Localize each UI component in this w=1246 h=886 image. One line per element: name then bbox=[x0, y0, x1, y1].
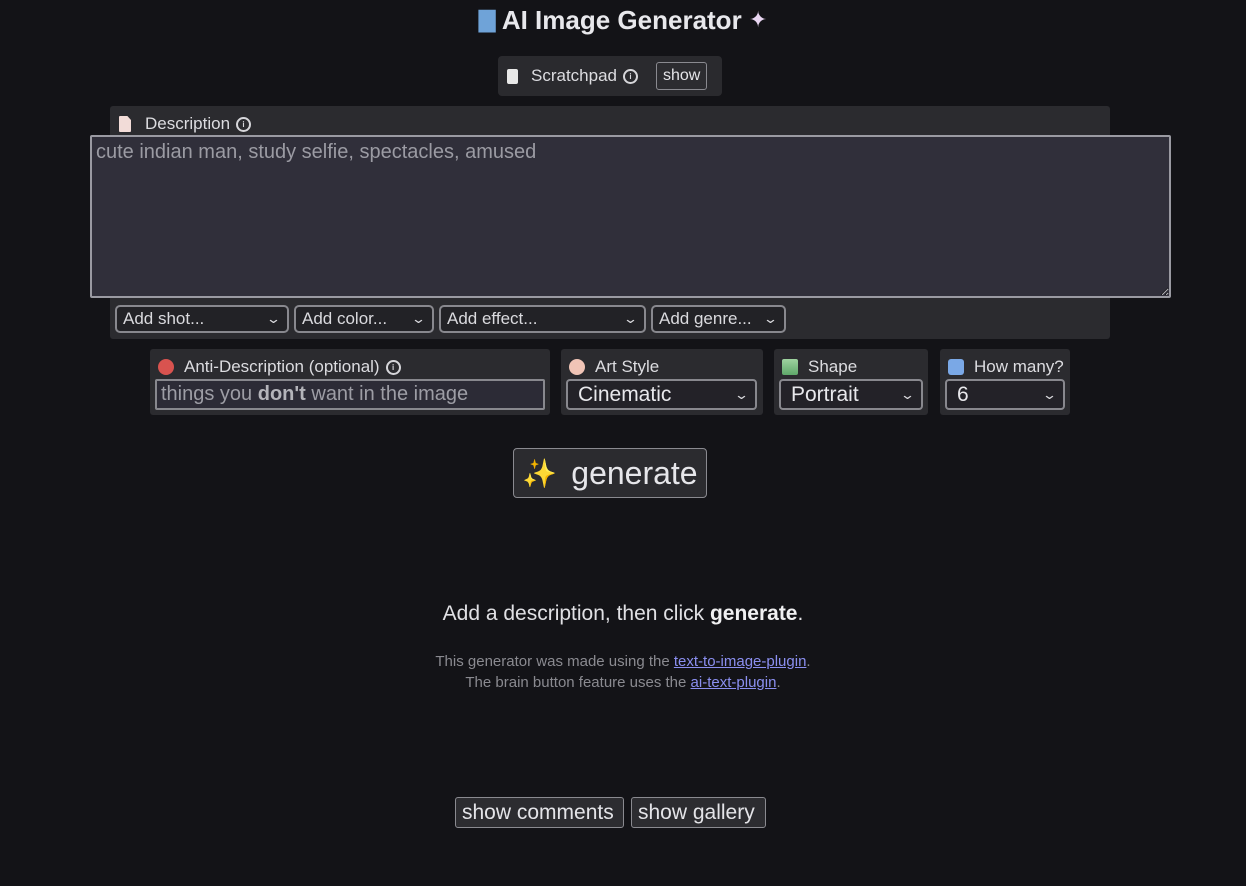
anti-description-panel: Anti-Description (optional) i things you… bbox=[150, 349, 550, 415]
hint-post: . bbox=[797, 602, 804, 625]
credits-line-2: The brain button feature uses the ai-tex… bbox=[0, 672, 1246, 693]
description-input[interactable]: cute indian man, study selfie, spectacle… bbox=[90, 135, 1171, 298]
show-gallery-button[interactable]: show gallery bbox=[631, 797, 766, 828]
hint-bold: generate bbox=[709, 602, 798, 625]
shape-panel: Shape Portrait ⌄ bbox=[774, 349, 928, 415]
title-text: AI Image Generator bbox=[501, 5, 742, 35]
chevron-down-icon: ⌄ bbox=[265, 311, 282, 326]
chevron-down-icon: ⌄ bbox=[762, 311, 779, 326]
add-effect-label: Add effect... bbox=[447, 309, 538, 328]
chevron-down-icon: ⌄ bbox=[1041, 386, 1058, 402]
text-to-image-plugin-link[interactable]: text-to-image-plugin bbox=[674, 653, 807, 670]
palette-icon bbox=[569, 359, 585, 375]
chevron-down-icon: ⌄ bbox=[899, 386, 916, 402]
generate-label: generate bbox=[571, 454, 698, 491]
art-style-label: Art Style bbox=[569, 357, 659, 377]
chevron-down-icon: ⌄ bbox=[733, 386, 750, 402]
credits: This generator was made using the text-t… bbox=[0, 651, 1246, 693]
art-style-value: Cinematic bbox=[578, 382, 672, 406]
add-color-select[interactable]: Add color... ⌄ bbox=[294, 305, 434, 333]
scratchpad-label: Scratchpad bbox=[531, 66, 617, 85]
ai-text-plugin-link[interactable]: ai-text-plugin bbox=[691, 674, 777, 691]
add-shot-select[interactable]: Add shot... ⌄ bbox=[115, 305, 289, 333]
sparkles-icon: ✨ bbox=[522, 457, 558, 489]
credits-line-1: This generator was made using the text-t… bbox=[0, 651, 1246, 672]
generate-button[interactable]: ✨ generate bbox=[513, 448, 707, 498]
art-style-select[interactable]: Cinematic ⌄ bbox=[566, 379, 757, 410]
hint-text: Add a description, then click generate. bbox=[0, 602, 1246, 626]
page-title: ▇ AI Image Generator ✦ bbox=[0, 2, 1246, 38]
no-entry-icon bbox=[158, 359, 174, 375]
shape-label-text: Shape bbox=[808, 357, 858, 376]
add-genre-label: Add genre... bbox=[659, 309, 752, 328]
placeholder-bold: don't bbox=[257, 383, 306, 405]
art-style-panel: Art Style Cinematic ⌄ bbox=[561, 349, 763, 415]
description-label: Description i bbox=[119, 114, 252, 134]
scratchpad-show-button[interactable]: show bbox=[656, 62, 708, 90]
info-icon[interactable]: i bbox=[623, 68, 638, 84]
placeholder-text: want in the image bbox=[305, 383, 469, 405]
add-color-label: Add color... bbox=[302, 309, 388, 328]
page-icon bbox=[119, 116, 131, 132]
anti-description-input[interactable]: things you don't want in the image bbox=[155, 379, 545, 410]
paintbrush-icon: ▇ bbox=[478, 7, 496, 32]
credits-text: The brain button feature uses the bbox=[465, 674, 691, 691]
magic-wand-icon: ✦ bbox=[748, 7, 768, 32]
how-many-select[interactable]: 6 ⌄ bbox=[945, 379, 1065, 410]
anti-description-label-text: Anti-Description (optional) bbox=[184, 357, 380, 376]
how-many-value: 6 bbox=[957, 382, 969, 406]
add-effect-select[interactable]: Add effect... ⌄ bbox=[439, 305, 646, 333]
columns-icon bbox=[948, 359, 964, 375]
credits-text: . bbox=[806, 653, 811, 670]
shape-label: Shape bbox=[782, 357, 857, 377]
art-style-label-text: Art Style bbox=[595, 357, 660, 376]
chevron-down-icon: ⌄ bbox=[622, 311, 639, 326]
show-comments-button[interactable]: show comments bbox=[455, 797, 624, 828]
how-many-label-text: How many? bbox=[974, 357, 1064, 376]
how-many-label: How many? bbox=[948, 357, 1064, 377]
info-icon[interactable]: i bbox=[236, 116, 252, 132]
placeholder-text: things you bbox=[161, 383, 258, 405]
credits-text: . bbox=[776, 674, 781, 691]
add-genre-select[interactable]: Add genre... ⌄ bbox=[651, 305, 786, 333]
chevron-down-icon: ⌄ bbox=[410, 311, 427, 326]
landscape-image-icon bbox=[782, 359, 798, 375]
shape-value: Portrait bbox=[791, 382, 859, 406]
credits-text: This generator was made using the bbox=[435, 653, 674, 670]
scratchpad-bar: Scratchpad i show bbox=[498, 56, 722, 96]
info-icon[interactable]: i bbox=[385, 359, 401, 375]
anti-description-label: Anti-Description (optional) i bbox=[158, 357, 401, 377]
note-icon bbox=[507, 68, 518, 84]
how-many-panel: How many? 6 ⌄ bbox=[940, 349, 1070, 415]
add-shot-label: Add shot... bbox=[123, 309, 205, 328]
hint-pre: Add a description, then click bbox=[442, 602, 710, 625]
shape-select[interactable]: Portrait ⌄ bbox=[779, 379, 923, 410]
description-label-text: Description bbox=[145, 114, 231, 133]
